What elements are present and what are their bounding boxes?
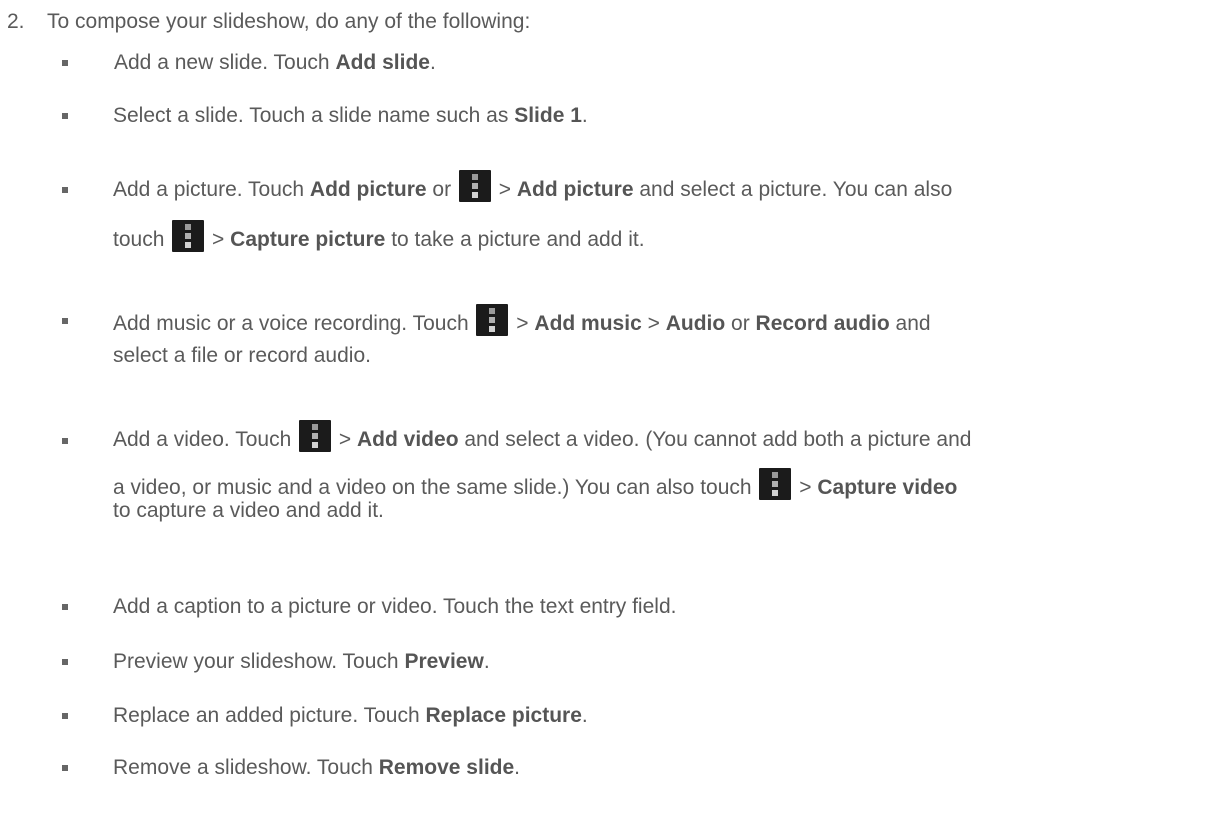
list-item: Add a new slide. Touch Add slide.: [62, 50, 1190, 76]
item-text: select a file or record audio.: [113, 344, 371, 367]
item-emphasis: Capture picture: [230, 228, 386, 251]
list-item: Preview your slideshow. Touch Preview.: [62, 649, 1190, 675]
item-text: >: [793, 476, 818, 499]
item-text: Add a video. Touch: [113, 428, 298, 451]
item-text: Add a picture. Touch: [113, 178, 310, 201]
item-text: and: [889, 312, 931, 335]
item-emphasis: Preview: [404, 650, 484, 673]
item-text: >: [206, 228, 231, 251]
item-text: .: [514, 756, 521, 779]
item-text: to take a picture and add it.: [385, 228, 645, 251]
item-text: or: [426, 178, 457, 201]
item-text: >: [492, 178, 517, 201]
bullet-square: [62, 438, 68, 444]
item-emphasis: Add video: [357, 428, 459, 451]
item-text: .: [581, 704, 588, 727]
item-emphasis: Add slide: [335, 51, 430, 74]
item-text: >: [333, 428, 358, 451]
item-emphasis: Audio: [665, 312, 726, 335]
overflow-menu-icon: [759, 468, 792, 500]
bullet-square: [62, 604, 68, 610]
list-item: Add a caption to a picture or video. Tou…: [62, 594, 1190, 620]
item-emphasis: Record audio: [755, 312, 890, 335]
bullet-square: [62, 113, 68, 119]
item-text: Preview your slideshow. Touch: [113, 650, 405, 673]
overflow-menu-icon: [299, 420, 332, 452]
step-heading: 2. To compose your slideshow, do any of …: [7, 10, 530, 34]
bullet-square: [62, 659, 68, 665]
bullet-square: [62, 713, 68, 719]
item-text: >: [641, 312, 666, 335]
item-text: touch: [113, 228, 171, 251]
item-text: Add a caption to a picture or video. Tou…: [113, 595, 677, 618]
list-item: Add a picture. Touch Add picture or > Ad…: [62, 165, 1190, 265]
item-emphasis: Add picture: [516, 178, 634, 201]
bullet-square: [62, 60, 68, 66]
list-item: Replace an added picture. Touch Replace …: [62, 703, 1190, 729]
item-text: and select a picture. You can also: [633, 178, 953, 201]
bullet-square: [62, 318, 68, 324]
item-text: or: [725, 312, 756, 335]
item-text: Remove a slideshow. Touch: [113, 756, 379, 779]
overflow-menu-icon: [458, 170, 491, 202]
step-number: 2.: [7, 10, 25, 33]
bullet-square: [62, 765, 68, 771]
list-item: Add music or a voice recording. Touch > …: [62, 304, 1190, 372]
item-text: .: [581, 104, 588, 127]
item-text: .: [429, 51, 436, 74]
overflow-menu-icon: [172, 220, 205, 252]
item-emphasis: Replace picture: [425, 704, 582, 727]
item-text: a video, or music and a video on the sam…: [113, 476, 758, 499]
item-text: Add music or a voice recording. Touch: [113, 312, 475, 335]
item-emphasis: Add music: [534, 312, 642, 335]
list-item: Add a video. Touch > Add video and selec…: [62, 416, 1190, 560]
item-text: .: [483, 650, 490, 673]
item-emphasis: Add picture: [309, 178, 427, 201]
item-text: Add a new slide. Touch: [114, 51, 336, 74]
item-emphasis: Slide 1: [514, 104, 582, 127]
item-text: Select a slide. Touch a slide name such …: [113, 104, 515, 127]
item-text: Replace an added picture. Touch: [113, 704, 426, 727]
step-text: To compose your slideshow, do any of the…: [47, 10, 531, 33]
item-text: and select a video. (You cannot add both…: [458, 428, 972, 451]
list-item: Select a slide. Touch a slide name such …: [62, 103, 1190, 129]
item-emphasis: Remove slide: [378, 756, 515, 779]
overflow-menu-icon: [476, 304, 509, 336]
list-item: Remove a slideshow. Touch Remove slide.: [62, 755, 1190, 781]
item-text: >: [510, 312, 535, 335]
item-emphasis: Capture video: [817, 476, 958, 499]
bullet-square: [62, 187, 68, 193]
item-text: to capture a video and add it.: [113, 499, 384, 522]
